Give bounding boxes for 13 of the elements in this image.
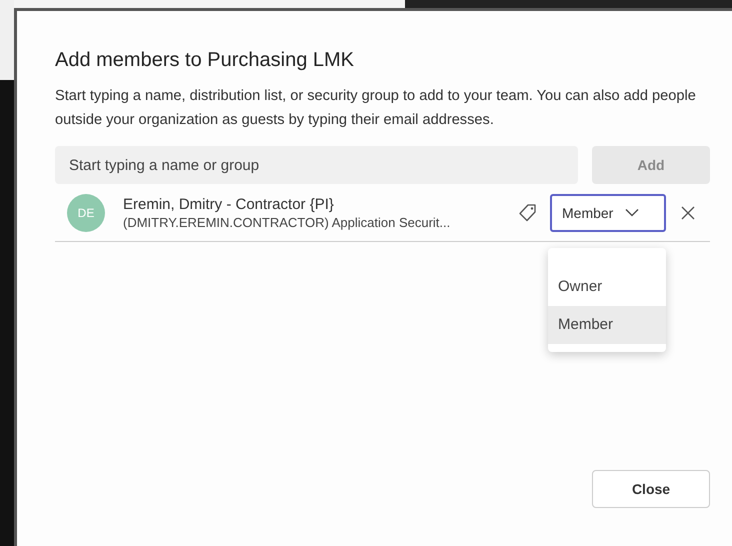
tag-icon[interactable]	[518, 202, 538, 222]
avatar: DE	[67, 194, 105, 232]
close-icon[interactable]	[680, 204, 696, 220]
search-field[interactable]: Start typing a name or group	[55, 146, 578, 184]
dialog-title: Add members to Purchasing LMK	[55, 49, 356, 72]
close-button[interactable]: Close	[592, 470, 710, 508]
menu-item[interactable]: Member	[548, 306, 666, 344]
role-dropdown[interactable]: Member	[550, 194, 666, 232]
member-detail: (DMITRY.EREMIN.CONTRACTOR) Application Securit...	[123, 214, 452, 230]
member-name: Eremin, Dmitry - Contractor {PI}	[123, 196, 335, 212]
menu-item[interactable]: Owner	[548, 268, 666, 306]
dialog-description: Start typing a name, distribution list, or security group to add to your team. You can also add people outside your organization as guests by typing their email addresses.	[55, 87, 697, 130]
chevron-icon	[625, 208, 640, 217]
